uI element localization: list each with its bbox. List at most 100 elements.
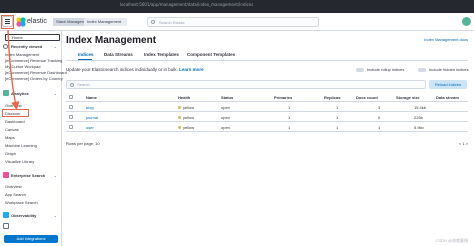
status-cell: open	[221, 115, 230, 120]
add-integrations-label: Add integrations	[16, 236, 46, 241]
description-text: Update your Elasticsearch indices indivi…	[66, 67, 178, 72]
replicas-cell: 1	[336, 125, 339, 130]
hidden-toggle-label: Include hidden indices	[429, 67, 469, 72]
page-description: Update your Elasticsearch indices indivi…	[66, 67, 204, 72]
index-name-link[interactable]: blog	[86, 105, 94, 110]
analytics-title[interactable]: Analytics	[11, 91, 29, 96]
learn-more-link[interactable]: Learn more	[179, 67, 204, 72]
column-header-docs-count[interactable]: Docs count	[356, 95, 378, 100]
table-header-row: Name Health Status Primaries Replicas Do…	[66, 92, 468, 102]
breadcrumb-index-management: Index Management	[84, 18, 128, 26]
sidebar-item-machine-learning[interactable]: Machine Learning	[5, 143, 37, 148]
column-header-data-stream[interactable]: Data stream	[436, 95, 459, 100]
chevron-down-icon[interactable]: ⌄	[54, 173, 57, 178]
add-integrations-button[interactable]: Add integrations	[4, 235, 58, 243]
docs-count-cell: 0	[378, 115, 381, 120]
column-header-name[interactable]: Name	[86, 95, 97, 100]
rows-per-page-select[interactable]: Rows per page: 10	[66, 141, 100, 146]
clock-icon	[3, 44, 8, 49]
side-nav: Home Recently viewed ⌄ Index Management …	[0, 31, 67, 246]
main-content: Index Management Index Management docs I…	[62, 31, 474, 246]
row-checkbox[interactable]	[69, 115, 73, 119]
row-checkbox[interactable]	[69, 125, 73, 129]
column-header-primaries[interactable]: Primaries	[274, 95, 292, 100]
rollup-toggle[interactable]	[356, 68, 364, 72]
health-dot-icon	[178, 126, 181, 130]
address-bar[interactable]: localhost:5601/app/management/data/index…	[120, 2, 253, 7]
analytics-icon	[3, 90, 9, 96]
sidebar-item-app-search[interactable]: App Search	[5, 192, 26, 197]
health-cell: yellow	[178, 105, 194, 110]
index-name-link[interactable]: journal	[86, 115, 98, 120]
recently-viewed-title[interactable]: Recently viewed	[11, 44, 42, 49]
docs-count-cell: 3	[378, 105, 381, 110]
observability-title[interactable]: Observability	[11, 213, 36, 218]
chevron-down-icon[interactable]: ⌄	[54, 213, 57, 218]
sidebar-item-overview[interactable]: Overview	[5, 103, 22, 108]
user-avatar[interactable]	[462, 17, 471, 26]
storage-size-cell: 15.4kb	[414, 105, 427, 110]
status-cell: open	[221, 105, 230, 110]
storage-size-cell: 226b	[414, 115, 423, 120]
column-header-status[interactable]: Status	[221, 95, 233, 100]
sidebar-item-graph[interactable]: Graph	[5, 151, 16, 156]
observability-icon	[3, 212, 9, 218]
health-dot-icon	[178, 116, 181, 120]
table-row: journal yellow open 1 1 0 226b	[66, 112, 468, 122]
health-cell: yellow	[178, 125, 194, 130]
index-management-docs-link[interactable]: Index Management docs	[424, 37, 468, 42]
indices-search-placeholder: Search	[77, 82, 90, 87]
docs-count-cell: 1	[378, 125, 381, 130]
hidden-toggle[interactable]	[418, 68, 426, 72]
reload-indices-button[interactable]: Reload indices	[429, 80, 467, 89]
storage-size-cell: 5.9kb	[414, 125, 424, 130]
sidebar-item-recent-2[interactable]: My Cursor Workpad	[5, 64, 41, 69]
sidebar-item-home[interactable]: Home	[5, 34, 60, 41]
index-name-link[interactable]: user	[86, 125, 94, 130]
search-icon	[70, 83, 74, 87]
column-header-storage-size[interactable]: Storage size	[396, 95, 420, 100]
sidebar-home-label: Home	[12, 35, 23, 40]
app-header: elastic Stack Management Index Managemen…	[0, 13, 474, 31]
tab-component-templates[interactable]: Component Templates	[187, 52, 235, 57]
column-header-replicas[interactable]: Replicas	[324, 95, 340, 100]
tab-indices[interactable]: Indices	[78, 52, 94, 57]
sidebar-item-workplace-search[interactable]: Workplace Search	[5, 200, 38, 205]
tab-data-streams[interactable]: Data Streams	[104, 52, 133, 57]
health-value: yellow	[183, 105, 195, 110]
health-cell: yellow	[178, 115, 194, 120]
sidebar-item-canvas[interactable]: Canvas	[5, 127, 19, 132]
sidebar-item-recent-1[interactable]: [eCommerce] Revenue Tracking	[5, 58, 62, 63]
sidebar-item-recent-4[interactable]: [eCommerce] Orders by Country	[5, 76, 63, 81]
health-value: yellow	[183, 115, 195, 120]
chevron-down-icon[interactable]: ⌄	[54, 44, 57, 49]
primaries-cell: 1	[288, 115, 291, 120]
row-checkbox[interactable]	[69, 105, 73, 109]
sidebar-item-recent-3[interactable]: [eCommerce] Revenue Dashboard	[5, 70, 67, 75]
select-all-checkbox[interactable]	[69, 95, 73, 99]
tab-index-templates[interactable]: Index Templates	[144, 52, 179, 57]
sidebar-item-recent-0[interactable]: Index Management	[5, 52, 39, 57]
page-title: Index Management	[66, 35, 157, 46]
global-search-input[interactable]: Search Elastic	[147, 17, 319, 27]
rollup-toggle-label: Include rollup indices	[367, 67, 405, 72]
logo-text: elastic	[27, 18, 47, 25]
status-cell: open	[221, 125, 230, 130]
tab-bar: Indices Data Streams Index Templates Com…	[66, 51, 468, 61]
column-header-health[interactable]: Health	[178, 95, 190, 100]
table-row: blog yellow open 1 1 3 15.4kb	[66, 102, 468, 112]
sidebar-item-maps[interactable]: Maps	[5, 135, 15, 140]
indices-search-input[interactable]: Search	[66, 80, 426, 89]
sidebar-item-dashboard[interactable]: Dashboard	[5, 119, 25, 124]
sidebar-item-visualize-library[interactable]: Visualize Library	[5, 159, 34, 164]
active-tab-indicator	[78, 59, 92, 60]
reload-indices-label: Reload indices	[434, 82, 462, 87]
menu-highlight-annotation	[1, 15, 14, 29]
sidebar-item-es-overview[interactable]: Overview	[5, 184, 22, 189]
search-icon	[151, 20, 155, 24]
pagination[interactable]: < 1 >	[459, 141, 468, 146]
enterprise-search-title[interactable]: Enterprise Search	[11, 173, 45, 178]
chevron-down-icon[interactable]: ⌄	[54, 91, 57, 96]
elastic-logo-icon[interactable]	[16, 17, 26, 27]
dock-navigation-icon[interactable]	[3, 223, 9, 229]
